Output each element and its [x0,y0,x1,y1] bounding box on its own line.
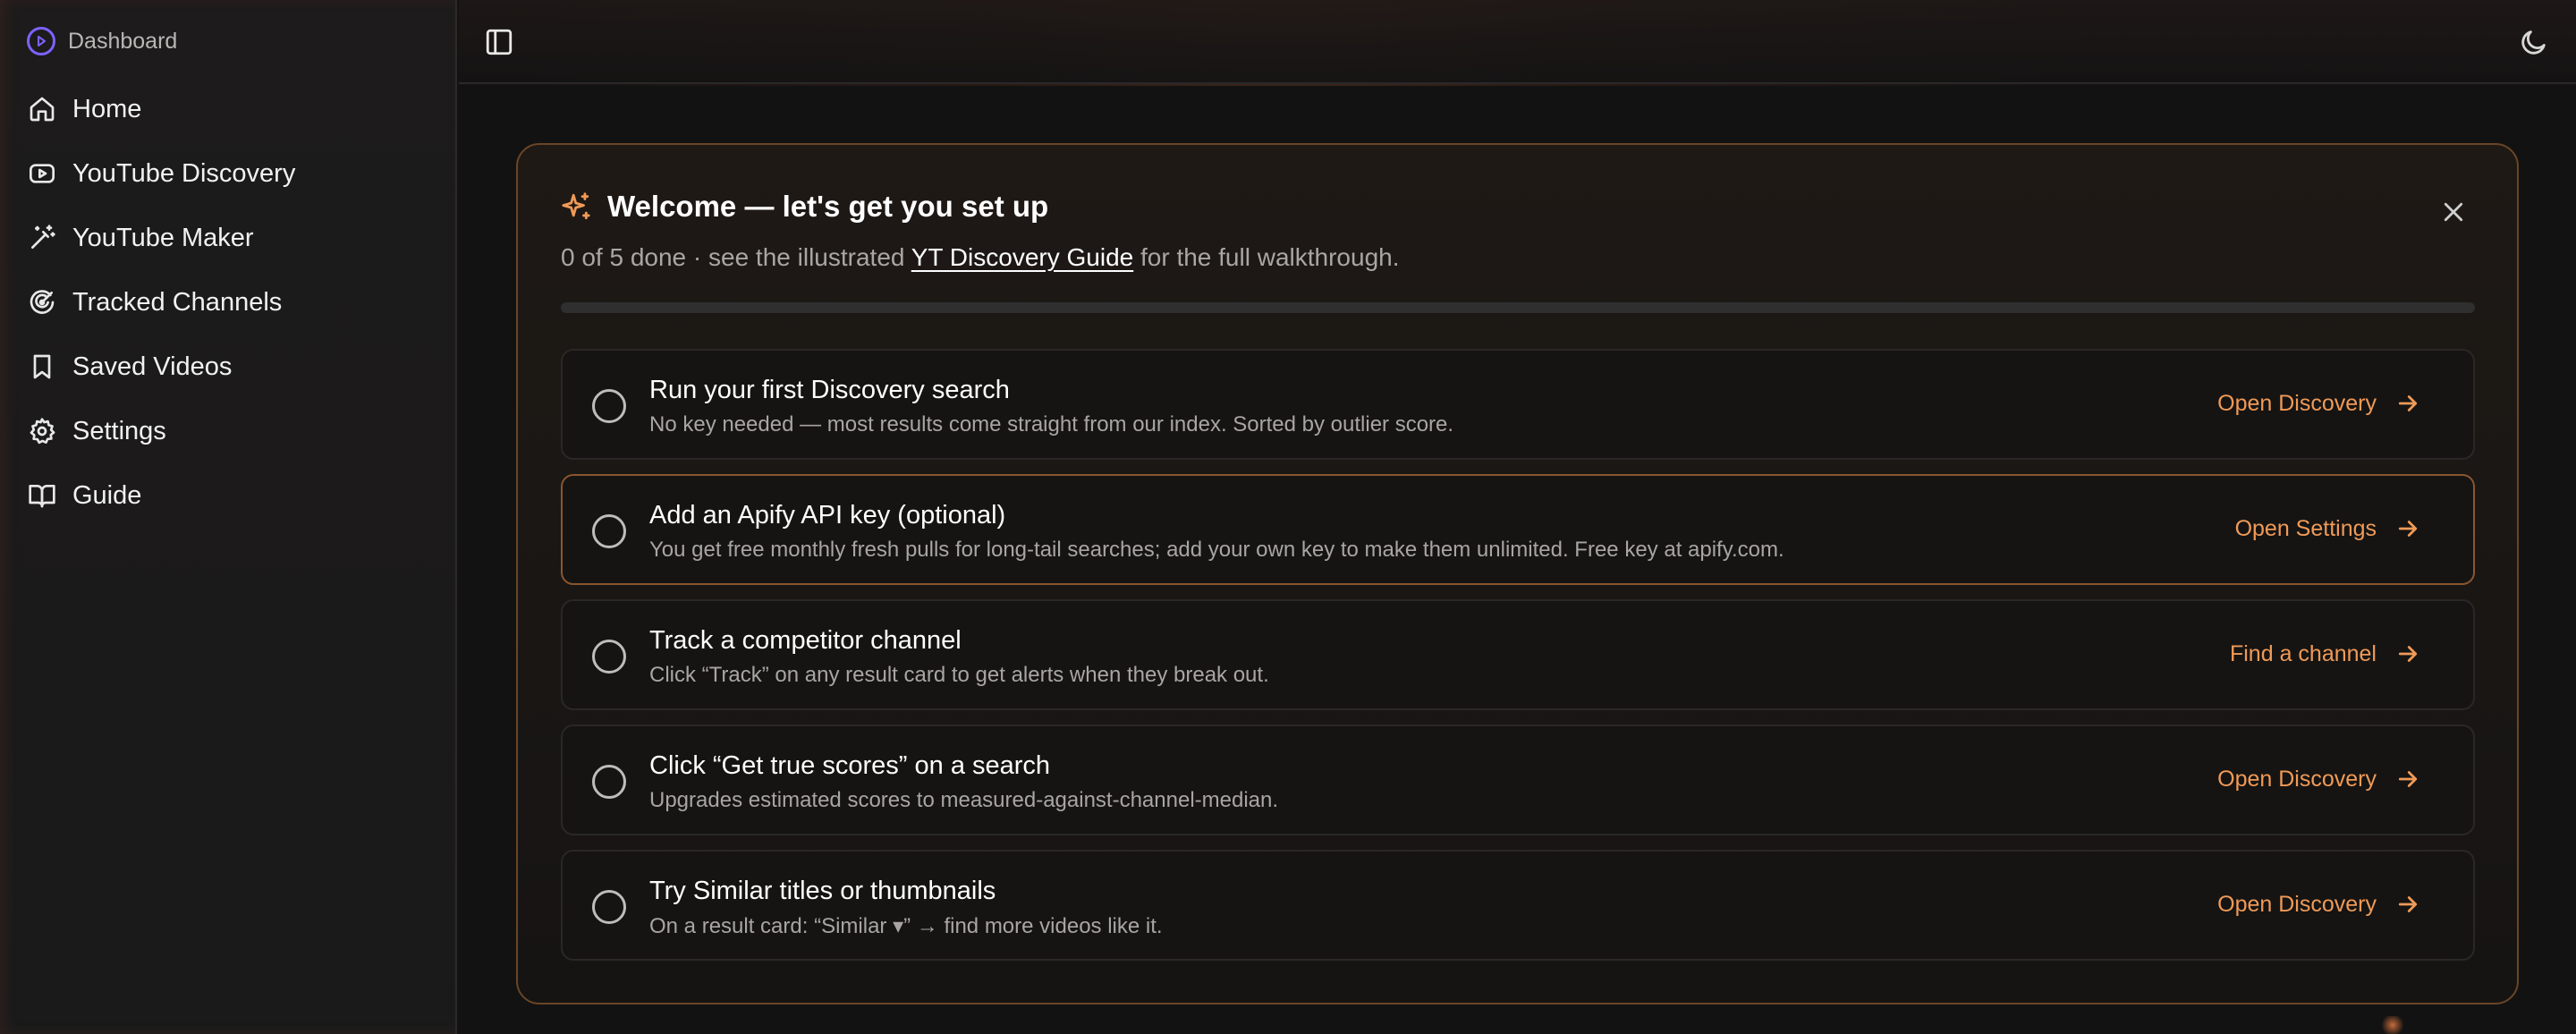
home-icon [30,97,55,122]
task-action-label: Open Settings [2234,515,2377,541]
moon-icon[interactable] [2519,27,2549,57]
task-action-button[interactable]: Open Discovery [2217,390,2421,417]
magic-wand-icon [31,225,55,249]
task-action-label: Open Discovery [2217,766,2377,792]
task-action-label: Open Discovery [2217,390,2377,416]
brand-label: Dashboard [68,28,178,54]
task-description: Upgrades estimated scores to measured-ag… [649,788,1279,812]
radar-icon [30,290,55,314]
task-description: Click “Track” on any result card to get … [649,663,1269,687]
gear-icon [30,418,55,445]
arrow-right-icon [2398,395,2418,411]
sidebar-item-label: YouTube Maker [72,223,254,252]
task-action-button[interactable]: Open Settings [2235,515,2421,542]
sidebar: Dashboard Home YouTube Discovery YouTube… [0,0,457,1034]
card-title: Welcome — let's get you set up [607,190,1049,223]
task-title: Try Similar titles or thumbnails [649,877,996,905]
task-action-button[interactable]: Open Discovery [2217,891,2421,918]
sidebar-item-label: Saved Videos [72,352,233,381]
close-icon[interactable] [2440,199,2467,225]
sparkle-icon [562,192,590,220]
sidebar-item-label: Settings [72,416,166,445]
task-item: Run your first Discovery search No key n… [561,349,2475,460]
progress-suffix: for the full walkthrough. [1133,243,1400,271]
task-description: You get free monthly fresh pulls for lon… [649,538,1784,562]
play-circle-icon [27,27,55,55]
sidebar-item-label: YouTube Discovery [72,158,296,188]
youtube-icon [30,164,55,183]
sidebar-nav: Home YouTube Discovery YouTube Maker Tra… [0,77,457,528]
corner-glow [2379,1016,2406,1034]
sidebar-item-settings[interactable]: Settings [0,399,457,463]
sidebar-item-label: Tracked Channels [72,287,283,317]
task-checkbox[interactable] [592,765,626,799]
task-item: Click “Get true scores” on a search Upgr… [561,725,2475,835]
task-title: Run your first Discovery search [649,376,1010,404]
sidebar-item-label: Home [72,94,142,123]
task-action-button[interactable]: Find a channel [2230,640,2421,667]
app-frame: Dashboard Home YouTube Discovery YouTube… [0,0,2576,1034]
task-item: Try Similar titles or thumbnails On a re… [561,850,2475,961]
task-item: Track a competitor channel Click “Track”… [561,599,2475,710]
progress-summary: 0 of 5 done · see the illustrated YT Dis… [561,243,1400,272]
arrow-right-icon [2398,896,2418,912]
task-checkbox[interactable] [592,389,626,423]
task-list: Run your first Discovery search No key n… [561,349,2475,975]
task-checkbox[interactable] [592,640,626,674]
task-checkbox[interactable] [592,514,626,548]
task-title: Click “Get true scores” on a search [649,751,1051,780]
sidebar-item-tracked-channels[interactable]: Tracked Channels [0,270,457,335]
bookmark-icon [33,354,51,379]
task-action-label: Open Discovery [2217,891,2377,917]
task-action-label: Find a channel [2229,640,2377,666]
task-item: Add an Apify API key (optional) You get … [561,474,2475,585]
sidebar-item-saved-videos[interactable]: Saved Videos [0,335,457,399]
progress-bar [561,302,2475,313]
sidebar-item-home[interactable]: Home [0,77,457,141]
guide-link[interactable]: YT Discovery Guide [911,243,1133,271]
sidebar-item-youtube-discovery[interactable]: YouTube Discovery [0,141,457,206]
arrow-right-icon [2398,771,2418,787]
book-icon [29,485,55,508]
sidebar-item-guide[interactable]: Guide [0,463,457,528]
onboarding-card: Welcome — let's get you set up 0 of 5 do… [516,143,2519,1004]
progress-text: 0 of 5 done · see the illustrated [561,243,911,271]
task-description: No key needed — most results come straig… [649,412,1454,436]
card-header: Welcome — let's get you set up [561,190,1048,224]
task-title: Track a competitor channel [649,626,962,655]
task-description: On a result card: “Similar ▾” → find mor… [649,914,1163,938]
task-action-button[interactable]: Open Discovery [2217,766,2421,792]
task-title: Add an Apify API key (optional) [649,501,1006,530]
task-checkbox[interactable] [592,890,626,924]
brand[interactable]: Dashboard [27,23,177,59]
arrow-right-icon [2398,521,2418,537]
arrow-right-icon [2398,646,2418,662]
sidebar-toggle-icon[interactable] [484,27,514,57]
top-bar [459,0,2576,84]
sidebar-item-youtube-maker[interactable]: YouTube Maker [0,206,457,270]
sidebar-item-label: Guide [72,480,142,510]
